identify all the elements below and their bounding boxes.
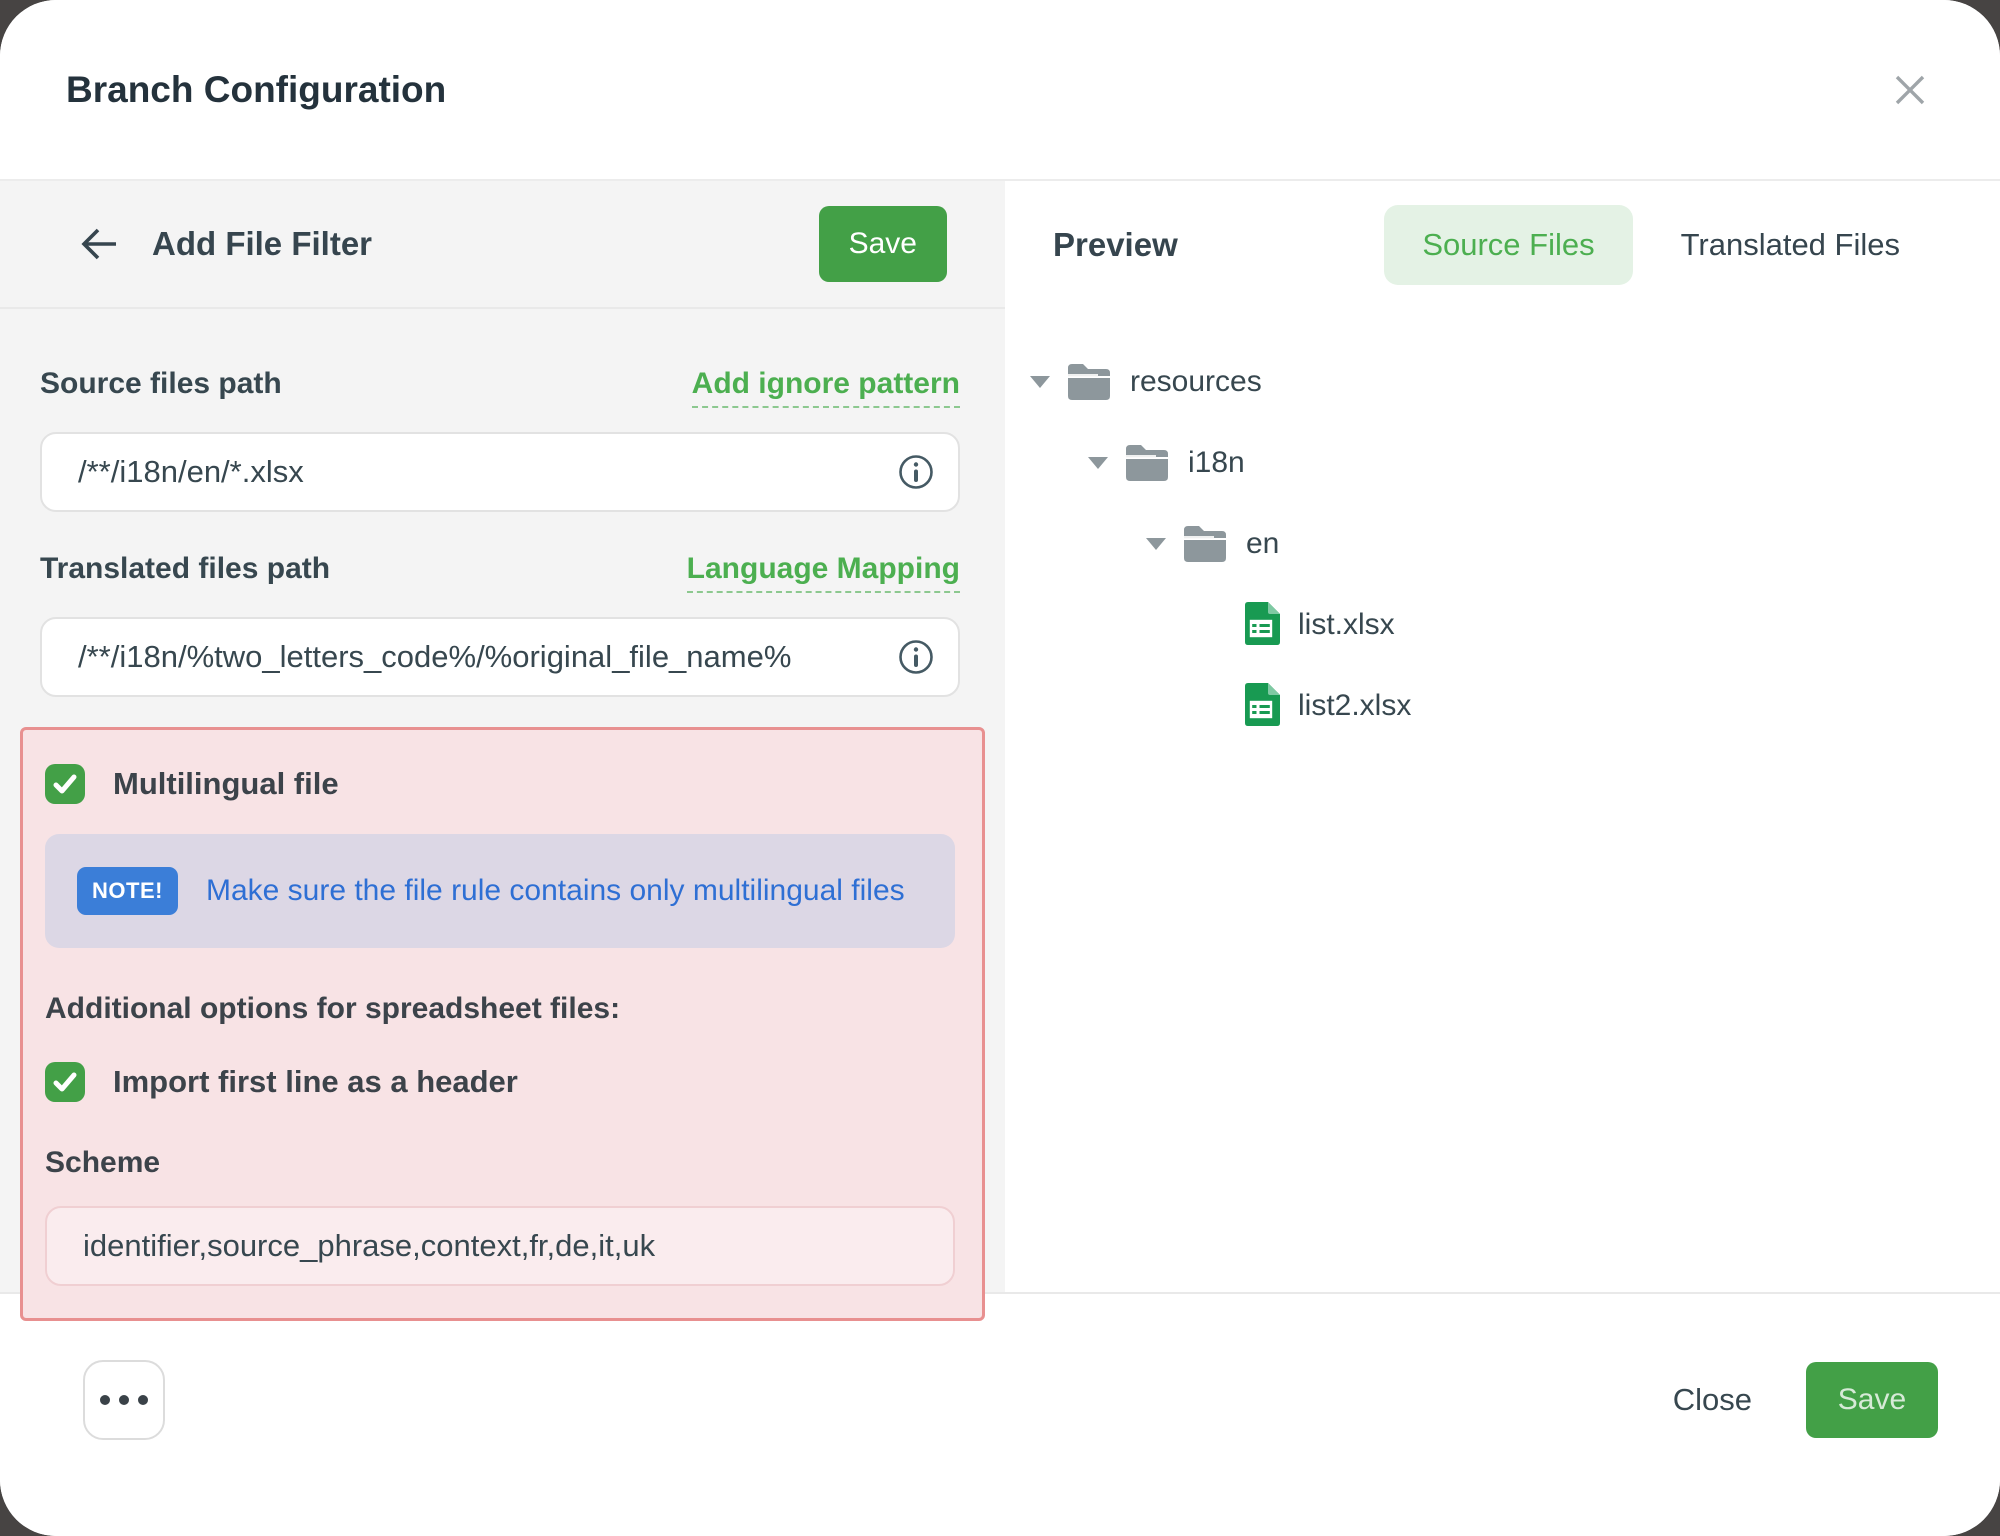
file-filter-form: Source files path Add ignore pattern Tra… — [0, 309, 1005, 1321]
note-badge: NOTE! — [77, 867, 178, 915]
more-options-icon — [100, 1395, 148, 1405]
footer-save-button[interactable]: Save — [1806, 1362, 1938, 1438]
tree-row-folder[interactable]: i18n — [1005, 422, 2000, 503]
note-banner: NOTE! Make sure the file rule contains o… — [45, 834, 955, 948]
tree-row-file[interactable]: list2.xlsx — [1005, 665, 2000, 746]
tree-label: i18n — [1188, 446, 1245, 480]
info-icon[interactable] — [898, 639, 934, 675]
scheme-input[interactable] — [45, 1206, 955, 1286]
tree-row-folder[interactable]: en — [1005, 503, 2000, 584]
tab-source-files[interactable]: Source Files — [1384, 205, 1632, 285]
add-ignore-pattern-link[interactable]: Add ignore pattern — [692, 367, 960, 408]
caret-down-icon[interactable] — [1088, 457, 1108, 469]
checkbox-checked-icon[interactable] — [45, 764, 85, 804]
preview-panel: Preview Source Files Translated Files re… — [1005, 181, 2000, 1292]
folder-icon — [1182, 524, 1228, 564]
modal-titlebar: Branch Configuration — [0, 0, 2000, 181]
more-options-button[interactable] — [83, 1360, 165, 1440]
additional-options-label: Additional options for spreadsheet files… — [45, 992, 955, 1026]
file-tree: resources i18n — [1005, 309, 2000, 746]
modal-title: Branch Configuration — [66, 69, 446, 111]
close-button[interactable]: Close — [1649, 1382, 1776, 1418]
caret-down-icon[interactable] — [1146, 538, 1166, 550]
tree-label: resources — [1130, 365, 1262, 399]
preview-title: Preview — [1053, 226, 1178, 264]
tree-label: list2.xlsx — [1298, 689, 1411, 723]
preview-tabs: Source Files Translated Files — [1384, 205, 1938, 285]
folder-icon — [1124, 443, 1170, 483]
folder-icon — [1066, 362, 1112, 402]
scheme-label: Scheme — [45, 1146, 955, 1180]
translated-path-input[interactable] — [40, 617, 960, 697]
close-icon[interactable] — [1880, 60, 1940, 120]
spreadsheet-file-icon — [1242, 602, 1280, 648]
import-header-checkbox-row[interactable]: Import first line as a header — [45, 1062, 955, 1102]
multilingual-options-section: Multilingual file NOTE! Make sure the fi… — [20, 727, 985, 1321]
file-filter-panel: Add File Filter Save Source files path A… — [0, 181, 1005, 1292]
filter-save-button[interactable]: Save — [819, 206, 947, 282]
filter-title: Add File Filter — [152, 225, 372, 263]
spreadsheet-file-icon — [1242, 683, 1280, 729]
info-icon[interactable] — [898, 454, 934, 490]
tab-translated-files[interactable]: Translated Files — [1643, 205, 1938, 285]
tree-label: list.xlsx — [1298, 608, 1395, 642]
multilingual-label: Multilingual file — [113, 766, 339, 802]
back-arrow-icon[interactable] — [76, 221, 122, 267]
tree-label: en — [1246, 527, 1279, 561]
translated-path-label: Translated files path — [40, 552, 330, 586]
tree-row-folder[interactable]: resources — [1005, 341, 2000, 422]
file-filter-header: Add File Filter Save — [0, 181, 1005, 309]
preview-header: Preview Source Files Translated Files — [1005, 181, 2000, 309]
note-text: Make sure the file rule contains only mu… — [206, 874, 905, 908]
modal-content: Add File Filter Save Source files path A… — [0, 181, 2000, 1292]
branch-configuration-modal: Branch Configuration Add File Filter Sav… — [0, 0, 2000, 1536]
source-path-label: Source files path — [40, 367, 282, 401]
tree-row-file[interactable]: list.xlsx — [1005, 584, 2000, 665]
checkbox-checked-icon[interactable] — [45, 1062, 85, 1102]
multilingual-checkbox-row[interactable]: Multilingual file — [45, 764, 955, 804]
language-mapping-link[interactable]: Language Mapping — [687, 552, 960, 593]
import-header-label: Import first line as a header — [113, 1064, 518, 1100]
caret-down-icon[interactable] — [1030, 376, 1050, 388]
source-path-input[interactable] — [40, 432, 960, 512]
modal-footer: Close Save — [0, 1292, 2000, 1536]
